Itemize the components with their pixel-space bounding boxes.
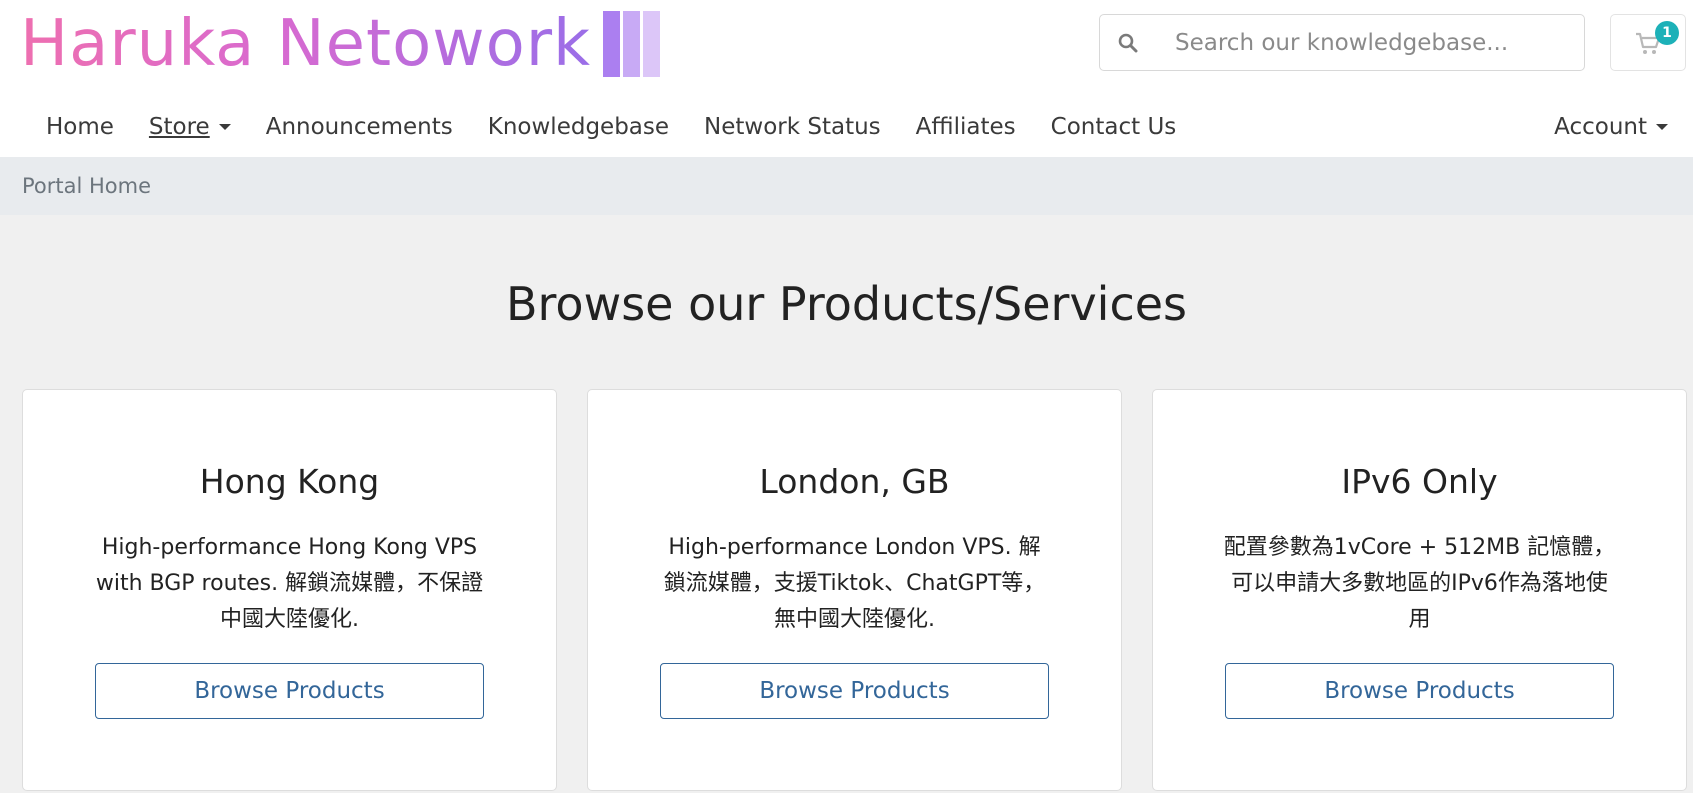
product-card-ipv6-only: IPv6 Only 配置參數為1vCore + 512MB 記憶體，可以申請大多… — [1152, 389, 1687, 791]
nav-knowledgebase-label: Knowledgebase — [487, 114, 670, 140]
cart-button[interactable]: 1 — [1610, 14, 1686, 71]
nav-affiliates-label: Affiliates — [915, 114, 1016, 140]
nav-knowledgebase[interactable]: Knowledgebase — [488, 114, 669, 140]
brand-name: Haruka Netowork — [20, 7, 592, 81]
card-description: High-performance Hong Kong VPS with BGP … — [95, 535, 484, 632]
breadcrumb: Portal Home — [0, 157, 1693, 215]
cart-count-badge: 1 — [1655, 21, 1679, 45]
nav-network-status-label: Network Status — [704, 114, 881, 140]
brand-logo[interactable]: Haruka Netowork — [20, 6, 663, 82]
account-menu[interactable]: Account — [1554, 97, 1668, 157]
nav-store[interactable]: Store — [149, 114, 231, 140]
card-title: IPv6 Only — [1341, 462, 1498, 501]
breadcrumb-portal-home: Portal Home — [22, 174, 152, 198]
nav-home[interactable]: Home — [46, 114, 114, 140]
account-label: Account — [1554, 114, 1647, 140]
nav-home-label: Home — [46, 114, 114, 140]
caret-down-icon — [1656, 124, 1668, 130]
product-card-hong-kong: Hong Kong High-performance Hong Kong VPS… — [22, 389, 557, 791]
page-title: Browse our Products/Services — [505, 277, 1188, 331]
logo-bars-icon — [603, 11, 663, 77]
nav-affiliates[interactable]: Affiliates — [916, 114, 1016, 140]
caret-down-icon — [218, 124, 231, 130]
nav-contact-us-label: Contact Us — [1050, 114, 1177, 140]
product-card-london: London, GB High-performance London VPS. … — [587, 389, 1122, 791]
card-title: London, GB — [759, 462, 950, 501]
main-nav: Home Store Announcements Knowledgebase N… — [0, 97, 1693, 157]
search-input[interactable] — [1173, 28, 1557, 57]
knowledgebase-search — [1099, 14, 1585, 71]
nav-announcements[interactable]: Announcements — [266, 114, 453, 140]
nav-contact-us[interactable]: Contact Us — [1051, 114, 1177, 140]
nav-network-status[interactable]: Network Status — [704, 114, 881, 140]
search-icon — [1118, 33, 1138, 52]
site-header: Haruka Netowork 1 — [0, 0, 1693, 97]
browse-products-button[interactable]: Browse Products — [95, 663, 484, 719]
browse-products-button[interactable]: Browse Products — [1225, 663, 1614, 719]
browse-products-button[interactable]: Browse Products — [660, 663, 1049, 719]
nav-store-label: Store — [148, 114, 210, 140]
nav-announcements-label: Announcements — [265, 114, 453, 140]
card-title: Hong Kong — [199, 462, 380, 501]
card-description: High-performance London VPS. 解鎖流媒體，支援Tik… — [663, 535, 1046, 632]
card-description: 配置參數為1vCore + 512MB 記憶體，可以申請大多數地區的IPv6作為… — [1223, 535, 1616, 632]
